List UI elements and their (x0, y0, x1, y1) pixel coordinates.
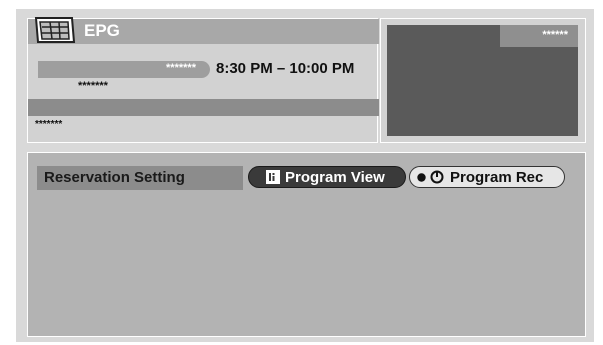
page-title: EPG (84, 21, 120, 40)
reservation-header: Reservation Setting Program View Program… (37, 166, 577, 190)
channel-name: ******* (166, 62, 196, 74)
program-rec-label: Program Rec (450, 168, 544, 186)
program-rec-button[interactable]: Program Rec (409, 166, 565, 188)
reservation-panel: Reservation Setting Program View Program… (27, 152, 586, 337)
program-view-label: Program View (285, 168, 385, 186)
reservation-setting-label: Reservation Setting (44, 169, 185, 186)
reservation-bar: Reservation Setting (37, 166, 243, 190)
program-view-button[interactable]: Program View (248, 166, 406, 188)
program-info-panel: EPG ******* ******* 8:30 PM – 10:00 PM *… (27, 17, 379, 143)
title-bar: EPG (28, 17, 379, 44)
channel-tab: ******* (38, 61, 210, 78)
video-preview: ****** (387, 25, 578, 136)
program-time: 8:30 PM – 10:00 PM (216, 60, 355, 77)
preview-tab: ****** (500, 25, 578, 47)
program-subtitle: ******* (78, 80, 108, 92)
preview-label: ****** (542, 29, 568, 41)
program-title-band (28, 99, 379, 116)
epg-grid-icon (34, 17, 76, 43)
preview-panel: ****** (380, 18, 586, 143)
program-description: ******* (35, 119, 63, 130)
info-icon (266, 170, 280, 184)
timer-icon (430, 170, 444, 184)
record-dot-icon (417, 172, 426, 182)
